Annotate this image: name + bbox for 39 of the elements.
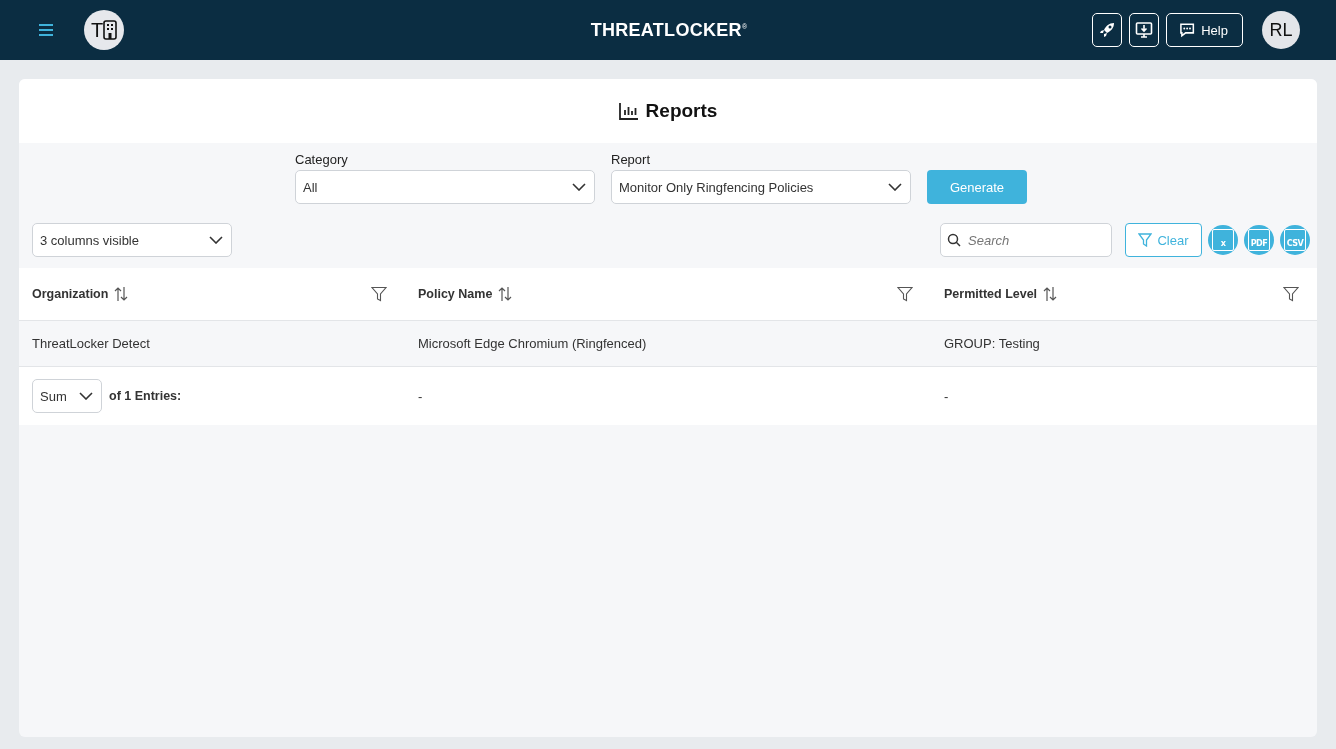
logo: THREATLOCKER$^{®}$ xyxy=(590,19,748,41)
monitor-download-icon xyxy=(1135,21,1153,39)
sort-icon[interactable] xyxy=(498,286,513,302)
chevron-icon xyxy=(888,183,902,191)
dropdown[interactable]: All xyxy=(295,170,595,204)
chevron-icon xyxy=(209,236,223,244)
filter-clear-icon xyxy=(1138,233,1153,247)
search-field[interactable]: Search xyxy=(940,223,1112,257)
column-header[interactable]: Organization xyxy=(32,287,109,301)
bar-chart-icon xyxy=(618,102,639,120)
sort-icon[interactable] xyxy=(114,286,129,302)
menu-icon[interactable] xyxy=(38,23,54,37)
column-header[interactable]: Policy Name xyxy=(418,287,493,301)
table-cell: GROUP: Testing xyxy=(944,336,1040,351)
rocket-button[interactable] xyxy=(1092,13,1122,47)
download-button[interactable] xyxy=(1129,13,1159,47)
chat-icon xyxy=(1179,22,1196,38)
table-cell: ThreatLocker Detect xyxy=(32,336,150,351)
column-header[interactable]: Permitted Level xyxy=(944,287,1038,301)
sort-icon[interactable] xyxy=(1043,286,1058,302)
field-label: Report xyxy=(611,152,652,167)
help-button[interactable]: Help xyxy=(1166,13,1243,47)
table-cell: - xyxy=(944,388,949,404)
user-avatar[interactable]: RL xyxy=(1262,11,1300,49)
aggregate-dropdown[interactable]: Sum xyxy=(32,379,102,413)
field-label: Category xyxy=(295,152,349,167)
chevron-icon xyxy=(79,392,93,400)
organization-avatar[interactable]: T xyxy=(84,10,124,50)
rocket-icon xyxy=(1098,21,1116,39)
dropdown[interactable]: Monitor Only Ringfencing Policies xyxy=(611,170,911,204)
entries-label: of 1 Entries: xyxy=(109,389,182,403)
columns-dropdown[interactable]: 3 columns visible xyxy=(32,223,232,257)
filter-icon[interactable] xyxy=(1283,286,1299,302)
chevron-icon xyxy=(572,183,586,191)
filter-icon[interactable] xyxy=(897,286,913,302)
table-cell: Microsoft Edge Chromium (Ringfenced) xyxy=(418,336,647,351)
filter-icon[interactable] xyxy=(371,286,387,302)
table-cell: - xyxy=(418,388,423,404)
page-title: Reports xyxy=(645,100,718,122)
